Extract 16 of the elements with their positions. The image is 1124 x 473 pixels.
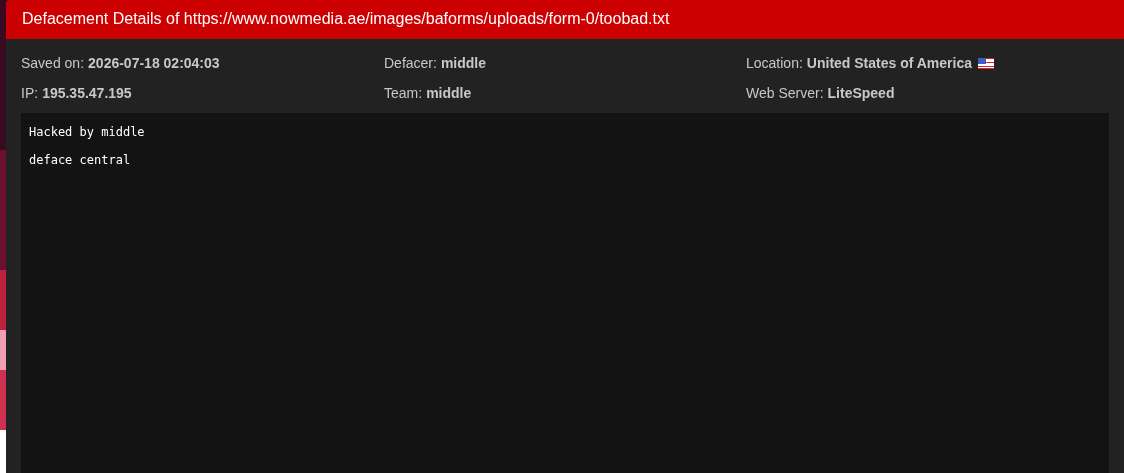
detail-label: Defacer:: [384, 55, 437, 71]
detail-value: 195.35.47.195: [42, 85, 132, 101]
content-line: deface central: [29, 153, 132, 167]
modal-title: Defacement Details of https://www.nowmedia.ae/images/baforms/uploads/form-0/toobad.txt: [6, 0, 1124, 39]
us-flag-icon: [978, 57, 995, 69]
detail-value: middle: [440, 55, 487, 71]
detail-label: IP:: [21, 85, 39, 101]
detail-value: middle: [426, 85, 472, 101]
detail-label: Location:: [746, 55, 803, 71]
detail-label: Web Server:: [746, 85, 824, 101]
content-line: Hacked by middle: [29, 125, 146, 139]
detail-label: Team:: [384, 85, 423, 101]
detail-value: United States of America: [806, 55, 973, 71]
detail-label: Saved on:: [21, 55, 85, 71]
detail-value: LiteSpeed: [827, 85, 895, 101]
detail-value: 2026-07-18 02:04:03: [88, 55, 220, 71]
